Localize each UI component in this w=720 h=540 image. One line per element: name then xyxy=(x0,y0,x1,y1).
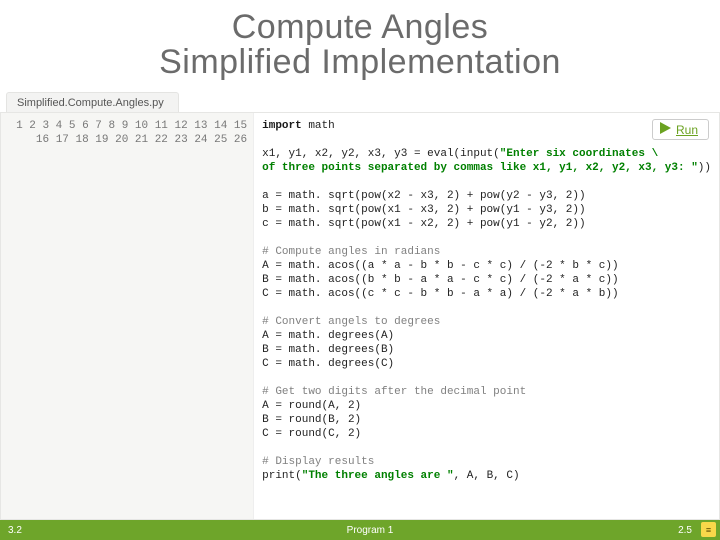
slide-footer: 3.2 Program 1 2.5 ≡ xyxy=(0,520,720,540)
slide-title: Compute Angles Simplified Implementation xyxy=(0,0,720,86)
footer-program-label: Program 1 xyxy=(110,525,630,536)
title-line-2: Simplified Implementation xyxy=(0,43,720,82)
footer-logo-icon: ≡ xyxy=(701,522,716,537)
footer-left-number: 3.2 xyxy=(0,525,110,536)
code-panel: 1 2 3 4 5 6 7 8 9 10 11 12 13 14 15 16 1… xyxy=(0,112,720,520)
code-area[interactable]: import math x1, y1, x2, y2, x3, y3 = eva… xyxy=(254,113,719,519)
line-number-gutter: 1 2 3 4 5 6 7 8 9 10 11 12 13 14 15 16 1… xyxy=(1,113,254,519)
file-tab-row: Simplified.Compute.Angles.py xyxy=(0,92,720,112)
file-tab[interactable]: Simplified.Compute.Angles.py xyxy=(6,92,179,112)
run-button[interactable]: Run xyxy=(652,119,709,140)
play-icon xyxy=(659,122,671,137)
run-button-label: Run xyxy=(676,123,698,137)
title-line-1: Compute Angles xyxy=(0,8,720,47)
